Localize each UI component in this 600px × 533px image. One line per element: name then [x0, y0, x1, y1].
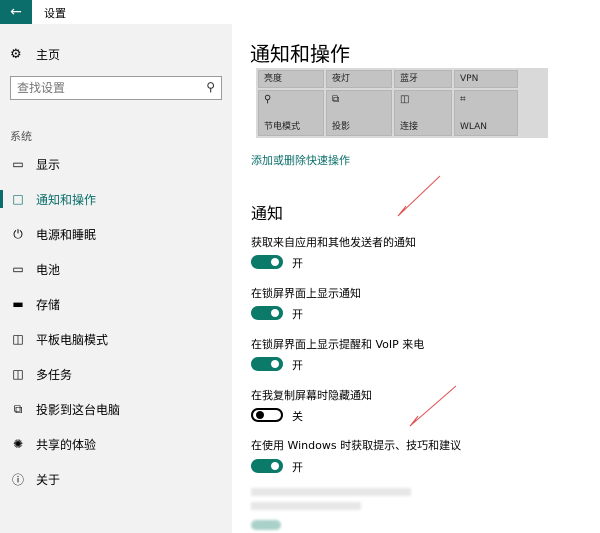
sidebar-item-notifications[interactable]: □ 通知和操作	[0, 184, 232, 214]
toggle-state-label: 关	[292, 410, 303, 423]
sidebar-item-label: 通知和操作	[36, 192, 97, 207]
setting-label: 在我复制屏幕时隐藏通知	[251, 389, 372, 402]
quick-action-tile[interactable]: 蓝牙	[394, 70, 452, 88]
tile-label: 节电模式	[264, 122, 301, 132]
battery-icon: ▭	[12, 262, 24, 276]
message-icon: □	[12, 192, 24, 206]
tablet-mode-icon: ◫	[12, 332, 24, 346]
hide-when-duplicating-toggle[interactable]	[251, 408, 283, 422]
toggle-knob	[271, 360, 279, 368]
sidebar-item-tablet-mode[interactable]: ◫ 平板电脑模式	[0, 324, 232, 354]
toggle-state-label: 开	[292, 461, 303, 474]
sidebar-item-label: 电池	[36, 262, 61, 277]
tile-label: 连接	[400, 122, 419, 132]
window-title: 设置	[44, 7, 66, 20]
setting-label: 在锁屏界面上显示通知	[251, 287, 361, 300]
quick-action-tile[interactable]: 夜灯	[326, 70, 392, 88]
sidebar-item-label: 投影到这台电脑	[36, 402, 121, 417]
toggle-state-label: 开	[292, 308, 303, 321]
power-icon: ⏻	[13, 226, 23, 241]
sidebar-item-shared-experiences[interactable]: ✺ 共享的体验	[0, 429, 232, 459]
setting-label: 在使用 Windows 时获取提示、技巧和建议	[251, 439, 462, 452]
quick-action-tile[interactable]: ⌗ WLAN	[454, 90, 518, 136]
storage-icon: ▬	[12, 297, 24, 311]
tile-label: WLAN	[460, 122, 488, 132]
back-arrow-icon: ←	[10, 4, 22, 20]
edit-quick-actions-link[interactable]: 添加或删除快速操作	[251, 152, 350, 168]
quick-action-tile[interactable]: 亮度	[258, 70, 324, 88]
tile-label: 投影	[332, 122, 351, 132]
sidebar: ⚙ 主页 ⚲ 系统 ▭ 显示 □ 通知和操作 ⏻ 电源和睡眠 ▭ 电池 ▬ 存储…	[0, 24, 232, 533]
faded-setting-line	[251, 502, 361, 510]
connect-icon: ◫	[400, 94, 410, 105]
setting-label: 获取来自应用和其他发送者的通知	[251, 236, 416, 249]
shared-experience-icon: ✺	[12, 437, 24, 451]
multitask-icon: ◫	[12, 367, 24, 381]
sidebar-item-label: 平板电脑模式	[36, 332, 109, 347]
lockscreen-notifications-toggle[interactable]	[251, 306, 283, 320]
sidebar-item-label: 显示	[36, 157, 61, 172]
sidebar-item-label: 存储	[36, 297, 61, 312]
sidebar-item-power[interactable]: ⏻ 电源和睡眠	[0, 219, 232, 249]
quick-action-tile[interactable]: ◫ 连接	[394, 90, 452, 136]
lockscreen-reminders-toggle[interactable]	[251, 357, 283, 371]
main-content: 通知和操作 亮度 夜灯 蓝牙 VPN ⚲ 节电模式 ⧉ 投影 ◫ 连接 ⌗ WL…	[232, 24, 600, 533]
search-icon[interactable]: ⚲	[206, 80, 215, 94]
project-to-pc-icon: ⧉	[13, 401, 23, 416]
sidebar-item-label: 多任务	[36, 367, 73, 382]
sidebar-item-about[interactable]: ⓘ 关于	[0, 464, 232, 494]
tips-toggle[interactable]	[251, 459, 283, 473]
faded-setting-line	[251, 488, 411, 496]
tile-label: 夜灯	[332, 74, 351, 84]
faded-toggle	[251, 520, 281, 530]
quick-action-tile[interactable]: ⧉ 投影	[326, 90, 392, 136]
project-icon: ⧉	[332, 94, 340, 105]
sidebar-item-multitasking[interactable]: ◫ 多任务	[0, 359, 232, 389]
toggle-knob	[271, 309, 279, 317]
toggle-knob	[271, 462, 279, 470]
sidebar-item-storage[interactable]: ▬ 存储	[0, 289, 232, 319]
battery-saver-icon: ⚲	[264, 94, 272, 105]
notifications-heading: 通知	[251, 204, 284, 223]
tile-label: 蓝牙	[400, 74, 419, 84]
toggle-state-label: 开	[292, 359, 303, 372]
monitor-icon: ▭	[12, 157, 24, 171]
title-bar: ← 设置	[0, 0, 600, 24]
notifications-toggle[interactable]	[251, 255, 283, 269]
search-input[interactable]	[11, 78, 197, 98]
sidebar-item-label: 电源和睡眠	[36, 227, 97, 242]
quick-actions-grid: 亮度 夜灯 蓝牙 VPN ⚲ 节电模式 ⧉ 投影 ◫ 连接 ⌗ WLAN	[256, 68, 548, 138]
search-box[interactable]: ⚲	[10, 76, 222, 100]
quick-action-tile[interactable]: ⚲ 节电模式	[258, 90, 324, 136]
info-icon: ⓘ	[11, 472, 24, 487]
toggle-knob	[271, 258, 279, 266]
sidebar-item-label: 共享的体验	[36, 437, 97, 452]
section-label: 系统	[10, 130, 32, 143]
quick-action-tile[interactable]: VPN	[454, 70, 518, 88]
sidebar-item-label: 关于	[36, 472, 61, 487]
active-indicator	[0, 190, 3, 208]
page-title: 通知和操作	[250, 42, 350, 66]
tile-label: 亮度	[264, 74, 283, 84]
sidebar-item-battery[interactable]: ▭ 电池	[0, 254, 232, 284]
toggle-state-label: 开	[292, 257, 303, 270]
home-label: 主页	[36, 48, 61, 62]
sidebar-item-display[interactable]: ▭ 显示	[0, 149, 232, 179]
gear-icon: ⚙	[10, 47, 22, 62]
toggle-knob	[256, 411, 264, 419]
wifi-icon: ⌗	[460, 94, 466, 105]
home-link[interactable]: ⚙ 主页	[10, 46, 60, 63]
back-button[interactable]: ←	[0, 0, 32, 24]
sidebar-item-project-to-pc[interactable]: ⧉ 投影到这台电脑	[0, 394, 232, 424]
setting-label: 在锁屏界面上显示提醒和 VoIP 来电	[251, 338, 425, 351]
tile-label: VPN	[460, 74, 479, 84]
